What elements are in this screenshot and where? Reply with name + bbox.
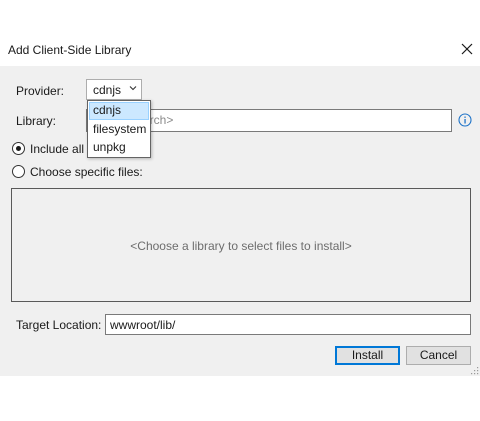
library-label: Library: (16, 114, 57, 128)
info-icon[interactable] (458, 113, 472, 127)
resize-grip-icon[interactable] (470, 366, 479, 375)
dialog-title: Add Client-Side Library (8, 43, 132, 57)
provider-dropdown-list: cdnjs filesystem unpkg (87, 100, 151, 158)
provider-label: Provider: (16, 84, 65, 98)
choose-specific-files-radio[interactable] (12, 165, 25, 178)
provider-option-cdnjs[interactable]: cdnjs (89, 102, 149, 120)
include-all-label: Include all (30, 142, 85, 156)
radio-selected-dot (16, 146, 21, 151)
provider-selected-value: cdnjs (93, 83, 122, 97)
add-client-side-library-dialog: Add Client-Side Library Provider: cdnjs … (0, 0, 480, 376)
target-location-input[interactable]: wwwroot/lib/ (105, 314, 471, 335)
target-location-value: wwwroot/lib/ (110, 318, 176, 332)
close-icon (461, 43, 473, 55)
chevron-down-icon (129, 86, 137, 91)
provider-combobox[interactable]: cdnjs (86, 79, 142, 100)
empty-files-message: <Choose a library to select files to ins… (130, 239, 352, 253)
close-button[interactable] (456, 38, 478, 60)
title-bar: Add Client-Side Library (0, 0, 480, 66)
provider-option-filesystem[interactable]: filesystem (89, 121, 149, 139)
include-all-radio[interactable] (12, 142, 25, 155)
choose-specific-files-label: Choose specific files: (30, 165, 143, 179)
provider-option-unpkg[interactable]: unpkg (89, 139, 149, 157)
file-selection-area[interactable]: <Choose a library to select files to ins… (11, 188, 471, 302)
target-location-label: Target Location: (16, 318, 102, 332)
cancel-button[interactable]: Cancel (406, 346, 471, 365)
install-button[interactable]: Install (335, 346, 400, 365)
